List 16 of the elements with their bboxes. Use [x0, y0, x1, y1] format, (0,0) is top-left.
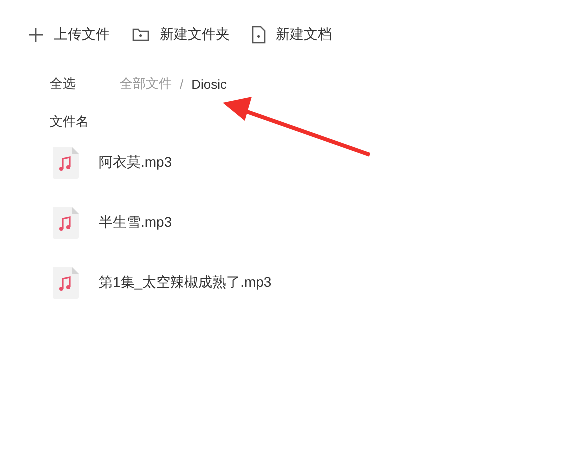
plus-icon: [28, 27, 44, 43]
music-file-icon: [53, 267, 79, 299]
document-icon: [252, 26, 266, 44]
music-file-icon: [53, 207, 79, 239]
toolbar-button[interactable]: 新建文档: [252, 26, 332, 44]
music-file-icon: [53, 147, 79, 179]
toolbar-button[interactable]: 上传文件: [28, 26, 110, 44]
breadcrumb-item[interactable]: Diosic: [192, 76, 228, 92]
folder-icon: [132, 27, 150, 43]
toolbar-button[interactable]: 新建文件夹: [132, 26, 230, 44]
file-name[interactable]: 第1集_太空辣椒成熟了.mp3: [99, 274, 272, 292]
file-name[interactable]: 阿衣莫.mp3: [99, 154, 172, 172]
breadcrumb-separator: /: [180, 76, 184, 92]
file-name[interactable]: 半生雪.mp3: [99, 214, 172, 232]
column-header: 文件名: [50, 113, 89, 131]
select-all-link[interactable]: 全选: [50, 75, 76, 93]
